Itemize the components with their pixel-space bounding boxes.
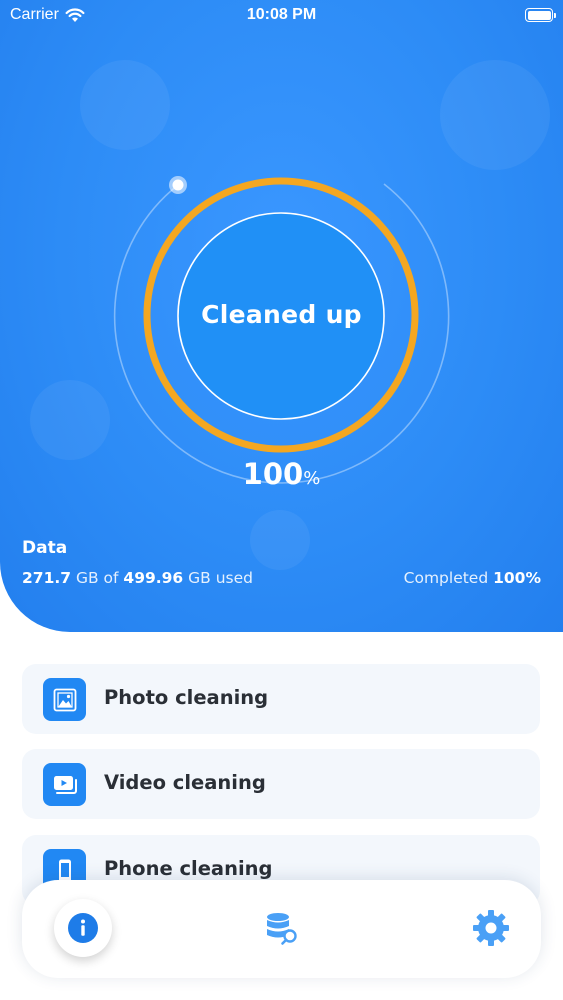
photo-cleaning-card[interactable]: Photo cleaning	[22, 664, 540, 734]
gauge-status-label: Cleaned up	[201, 300, 362, 329]
photo-icon	[43, 678, 86, 721]
progress-knob-core	[172, 179, 184, 191]
photo-cleaning-label: Photo cleaning	[104, 686, 269, 709]
gauge-percentage: 100%	[0, 457, 563, 491]
total-unit: GB used	[183, 569, 254, 587]
percent-value: 100	[242, 457, 304, 491]
info-icon	[68, 913, 98, 943]
completed-status: Completed 100%	[404, 569, 541, 587]
phone-cleaning-label: Phone cleaning	[104, 857, 273, 880]
total-value: 499.96	[123, 569, 184, 587]
video-icon	[43, 763, 86, 806]
storage-title: Data	[22, 538, 68, 558]
database-search-icon	[267, 913, 297, 945]
completed-label: Completed	[403, 569, 494, 587]
percent-unit: %	[303, 468, 321, 489]
gear-icon	[473, 910, 509, 946]
video-cleaning-card[interactable]: Video cleaning	[22, 749, 540, 819]
tab-storage[interactable]	[252, 899, 310, 957]
completed-value: 100%	[493, 569, 541, 587]
tab-info[interactable]	[54, 899, 112, 957]
tab-settings[interactable]	[462, 899, 520, 957]
used-value: 271.7	[22, 569, 72, 587]
hero-panel: Carrier 10:08 PM Cleaned up 100% Data 27…	[0, 0, 563, 632]
bottom-tab-bar	[22, 880, 541, 978]
used-unit: GB of	[71, 569, 124, 587]
storage-usage: 271.7 GB of 499.96 GB used	[22, 569, 253, 587]
video-cleaning-label: Video cleaning	[104, 771, 266, 794]
